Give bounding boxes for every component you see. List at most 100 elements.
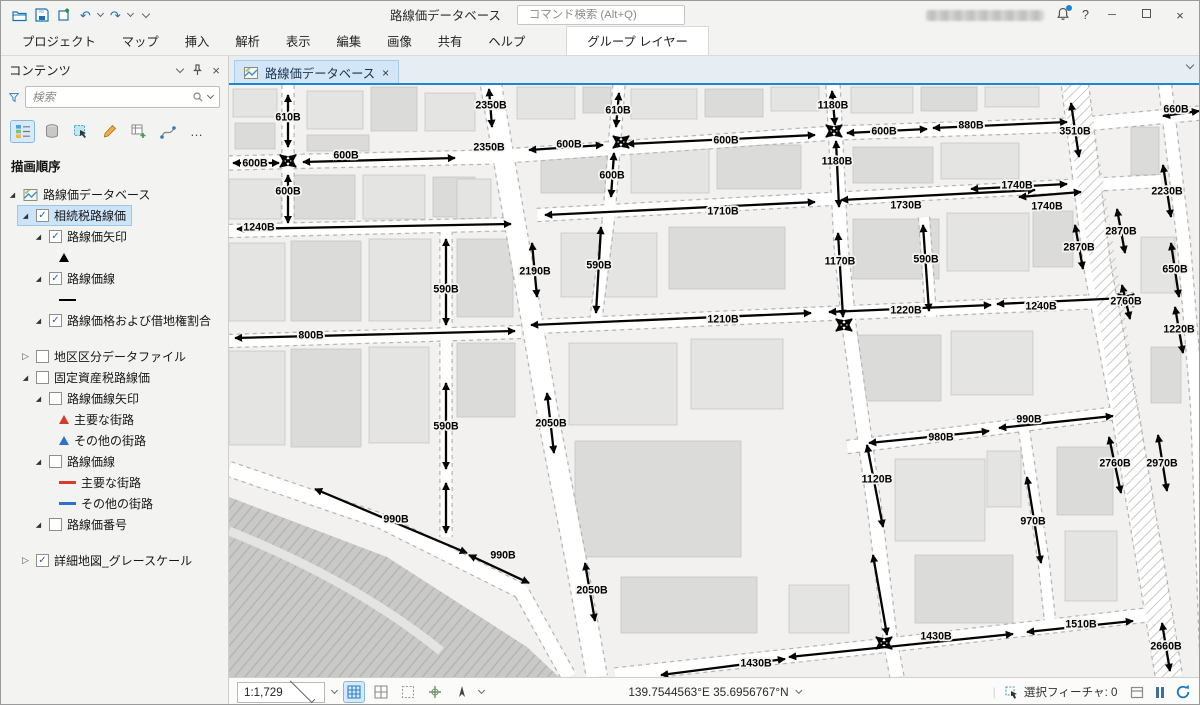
layer-tree-row-10[interactable]: 主要な街路 [1,409,228,430]
filter-icon[interactable] [9,91,19,104]
contents-search-input[interactable] [32,91,188,104]
layer-checkbox[interactable] [49,392,62,405]
layer-item-路線価格および借地権割合[interactable]: ◢✓路線価格および借地権割合 [31,311,216,330]
layer-item-路線価線[interactable]: ◢✓路線価線 [31,269,120,288]
view-tab-list-icon[interactable] [1186,61,1194,69]
ribbon-tab-5[interactable]: 編集 [324,27,375,55]
constraints-icon[interactable] [398,682,418,702]
layer-tree-row-6[interactable]: ◢✓路線価格および借地権割合 [1,310,228,331]
expander-open-icon[interactable]: ◢ [33,395,44,403]
layer-checkbox[interactable]: ✓ [49,230,62,243]
ribbon-tab-3[interactable]: 解析 [222,27,273,55]
layer-item-その他の街路[interactable]: その他の街路 [57,494,158,513]
add-data-icon[interactable] [57,7,73,23]
layer-item-路線価線矢印[interactable]: ◢路線価線矢印 [31,389,144,408]
north-options-icon[interactable] [478,687,485,694]
layer-tree-row-14[interactable]: その他の街路 [1,493,228,514]
layer-checkbox[interactable] [36,350,49,363]
ribbon-tab-8[interactable]: ヘルプ [475,27,538,55]
close-view-icon[interactable]: × [382,67,389,79]
expander-open-icon[interactable]: ◢ [33,275,44,283]
undo-button[interactable]: ↶ [80,9,91,22]
expander-closed-icon[interactable]: ▷ [20,351,31,362]
ribbon-tab-1[interactable]: マップ [109,27,172,55]
coordinate-display[interactable]: 139.7544563°E 35.6956767°N [628,685,801,699]
view-tab-active[interactable]: 路線価データベース × [234,60,399,85]
layer-item-その他の街路[interactable]: その他の街路 [57,431,151,450]
expander-open-icon[interactable]: ◢ [33,521,44,529]
layer-tree-row-3[interactable] [1,247,228,268]
list-by-snapping-icon[interactable] [156,121,179,142]
layer-tree-row-12[interactable]: ◢路線価線 [1,451,228,472]
notifications-icon[interactable] [1056,7,1070,24]
help-icon[interactable]: ? [1082,8,1089,22]
layer-item-詳細地図_グレースケール[interactable]: ▷✓詳細地図_グレースケール [18,551,197,570]
close-button[interactable]: × [1169,8,1191,23]
layer-checkbox[interactable] [36,371,49,384]
save-project-icon[interactable] [34,7,50,23]
layer-item-路線価番号[interactable]: ◢路線価番号 [31,515,132,534]
snap-grid-icon[interactable] [344,682,364,702]
search-options-icon[interactable] [207,92,214,99]
list-by-selection-icon[interactable] [69,121,92,142]
layer-item-主要な街路[interactable]: 主要な街路 [57,410,139,429]
list-by-data-source-icon[interactable] [40,121,63,142]
redo-button[interactable]: ↷ [110,9,121,22]
scale-options-icon[interactable] [331,687,338,694]
ribbon-tab-4[interactable]: 表示 [273,27,324,55]
list-by-drawing-order-icon[interactable] [11,121,34,142]
layer-tree-row-4[interactable]: ◢✓路線価線 [1,268,228,289]
more-options-icon[interactable]: … [185,121,208,142]
layer-tree-row-0[interactable]: ◢路線価データベース [1,184,228,205]
north-arrow-icon[interactable] [452,682,472,702]
list-by-labeling-icon[interactable] [127,121,150,142]
layer-tree-row-11[interactable]: その他の街路 [1,430,228,451]
layer-item-路線価矢印[interactable]: ◢✓路線価矢印 [31,227,132,246]
layer-item-固定資産税路線価[interactable]: ◢固定資産税路線価 [18,368,155,387]
pane-menu-icon[interactable] [177,69,183,72]
layer-tree-row-7[interactable]: ▷地区区分データファイル [1,346,228,367]
layer-item-路線価データベース[interactable]: ◢路線価データベース [5,185,155,204]
symbol-item[interactable] [57,298,81,302]
maximize-button[interactable] [1135,9,1157,21]
layer-checkbox[interactable]: ✓ [36,209,49,222]
symbol-item[interactable] [57,252,74,263]
expander-open-icon[interactable]: ◢ [33,233,44,241]
layer-checkbox[interactable] [49,518,62,531]
layer-tree-row-8[interactable]: ◢固定資産税路線価 [1,367,228,388]
layer-visibility-icon[interactable] [1127,682,1147,702]
minimize-button[interactable]: ─ [1101,9,1123,21]
ribbon-tab-0[interactable]: プロジェクト [9,27,109,55]
layer-item-主要な街路[interactable]: 主要な街路 [57,473,146,492]
layer-item-路線価線[interactable]: ◢路線価線 [31,452,120,471]
layer-tree-row-2[interactable]: ◢✓路線価矢印 [1,226,228,247]
expander-closed-icon[interactable]: ▷ [20,555,31,566]
selected-features-indicator[interactable]: 選択フィーチャ: 0 [1005,684,1118,700]
grid-icon[interactable] [371,682,391,702]
refresh-icon[interactable] [1173,682,1193,702]
expander-open-icon[interactable]: ◢ [7,191,18,199]
contents-search-box[interactable] [25,86,220,108]
expander-open-icon[interactable]: ◢ [33,458,44,466]
layer-checkbox[interactable]: ✓ [36,554,49,567]
expander-open-icon[interactable]: ◢ [20,374,31,382]
ribbon-tab-7[interactable]: 共有 [425,27,476,55]
command-search-box[interactable] [517,5,685,25]
layer-tree-row-15[interactable]: ◢路線価番号 [1,514,228,535]
pause-drawing-icon[interactable] [1156,687,1165,698]
layer-item-地区区分データファイル[interactable]: ▷地区区分データファイル [18,347,191,366]
layer-checkbox[interactable]: ✓ [49,314,62,327]
layer-tree-row-9[interactable]: ◢路線価線矢印 [1,388,228,409]
ribbon-tab-contextual[interactable]: グループ レイヤー [566,26,709,55]
layer-item-相続税路線価[interactable]: ◢✓相続税路線価 [18,206,131,225]
map-canvas[interactable]: 610B600B600B600B600B600B600B880B660B610B… [229,85,1200,677]
redo-dropdown-icon[interactable] [127,10,134,17]
layer-checkbox[interactable] [49,455,62,468]
close-pane-icon[interactable]: × [212,63,220,78]
customize-qat-icon[interactable] [142,9,150,17]
layer-tree-row-13[interactable]: 主要な街路 [1,472,228,493]
list-by-editing-icon[interactable] [98,121,121,142]
scale-combo[interactable]: 1:1,729 [237,682,325,703]
layer-checkbox[interactable]: ✓ [49,272,62,285]
ribbon-tab-2[interactable]: 挿入 [172,27,223,55]
